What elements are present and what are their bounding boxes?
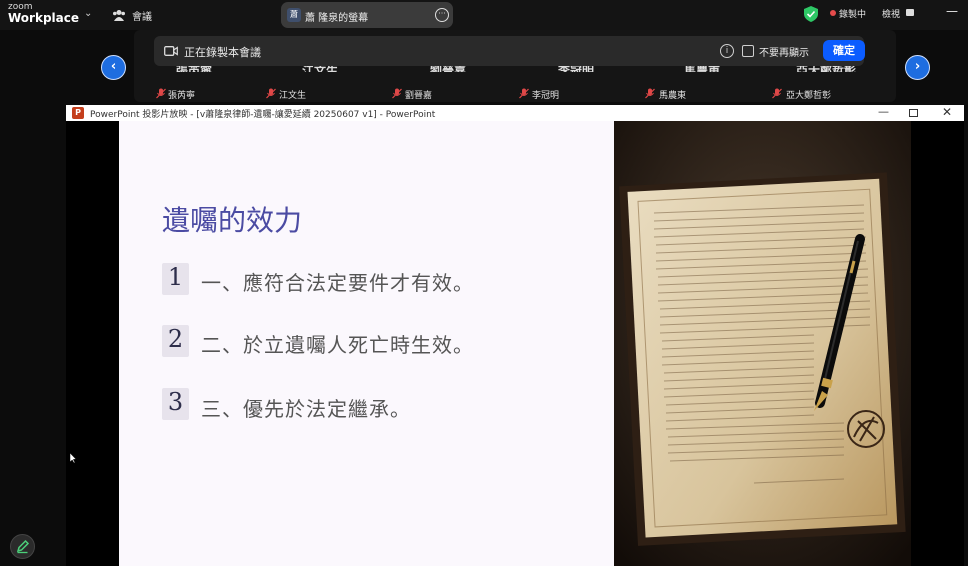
item-text: 二、於立遺囑人死亡時生效。 [201,333,474,357]
view-button[interactable]: 檢視 [882,7,900,20]
zoom-top-bar: zoom Workplace ⌄ 會議 蕭 蕭 隆泉的螢幕 ··· 錄製中 檢視… [0,0,968,30]
document-pen-illustration [614,121,911,566]
mouse-cursor-icon [70,453,76,463]
window-maximize-button[interactable] [909,109,918,117]
powerpoint-titlebar: P PowerPoint 投影片放映 - [v蕭隆泉律師-遺囑-讓愛延續 202… [66,105,964,121]
window-minimize-button[interactable]: — [878,105,889,118]
participant-name[interactable]: 劉晉嘉 [405,88,432,101]
arrow-right-icon[interactable]: › [905,55,930,80]
screen-share-pill[interactable]: 蕭 蕭 隆泉的螢幕 ··· [281,2,453,28]
item-text: 一、應符合法定要件才有效。 [201,271,474,295]
recording-status[interactable]: 錄製中 [839,7,866,20]
mic-off-icon [156,88,166,99]
mic-off-icon [266,88,276,99]
view-icon[interactable] [906,9,914,16]
meeting-icon [113,10,125,21]
recording-message: 正在錄製本會議 [184,46,261,59]
mic-off-icon [772,88,782,99]
minimize-button[interactable]: — [946,4,958,18]
participant-name[interactable]: 張芮寧 [168,88,195,101]
logo-big-text: Workplace [8,11,80,25]
more-icon[interactable]: ··· [435,8,449,22]
item-number: 1 [162,263,189,295]
mic-off-icon [645,88,655,99]
mic-off-icon [392,88,402,99]
item-number: 2 [162,325,189,357]
window-close-button[interactable]: ✕ [942,105,952,119]
ok-button[interactable]: 確定 [823,40,865,61]
camera-icon [164,46,178,56]
recording-banner: 正在錄製本會議 i 不要再顯示 確定 [154,36,865,66]
share-title: 蕭 隆泉的螢幕 [305,13,369,24]
participant-name[interactable]: 馬農東 [659,88,686,101]
dont-show-checkbox[interactable] [742,45,754,57]
shield-icon[interactable] [804,6,818,22]
chevron-down-icon[interactable]: ⌄ [84,8,92,19]
item-text: 三、優先於法定繼承。 [201,397,411,421]
avatar: 蕭 [287,8,301,22]
participant-name[interactable]: 亞大鄭哲彰 [786,88,831,101]
arrow-left-icon[interactable]: ‹ [101,55,126,80]
powerpoint-icon: P [72,107,84,119]
slide-content: 遺囑的效力 1 一、應符合法定要件才有效。 2 二、於立遺囑人死亡時生效。 3 … [119,121,614,566]
info-icon[interactable]: i [720,44,734,58]
window-title: PowerPoint 投影片放映 - [v蕭隆泉律師-遺囑-讓愛延續 20250… [90,110,436,120]
slide-title: 遺囑的效力 [162,204,303,237]
mic-off-icon [519,88,529,99]
participant-strip: 張芮寧 江文生 劉晉嘉 李冠明 馬農東 亞大鄭哲彰 正在錄製本會議 i 不要再顯… [134,30,896,102]
participant-name[interactable]: 江文生 [279,88,306,101]
zoom-logo[interactable]: zoom Workplace [8,3,80,27]
record-dot-icon [830,10,836,16]
participant-name[interactable]: 李冠明 [532,88,559,101]
annotate-icon [16,539,30,554]
meeting-menu[interactable]: 會議 [132,8,152,23]
item-number: 3 [162,388,189,420]
dont-show-label[interactable]: 不要再顯示 [759,44,809,59]
annotate-button[interactable] [10,534,35,559]
